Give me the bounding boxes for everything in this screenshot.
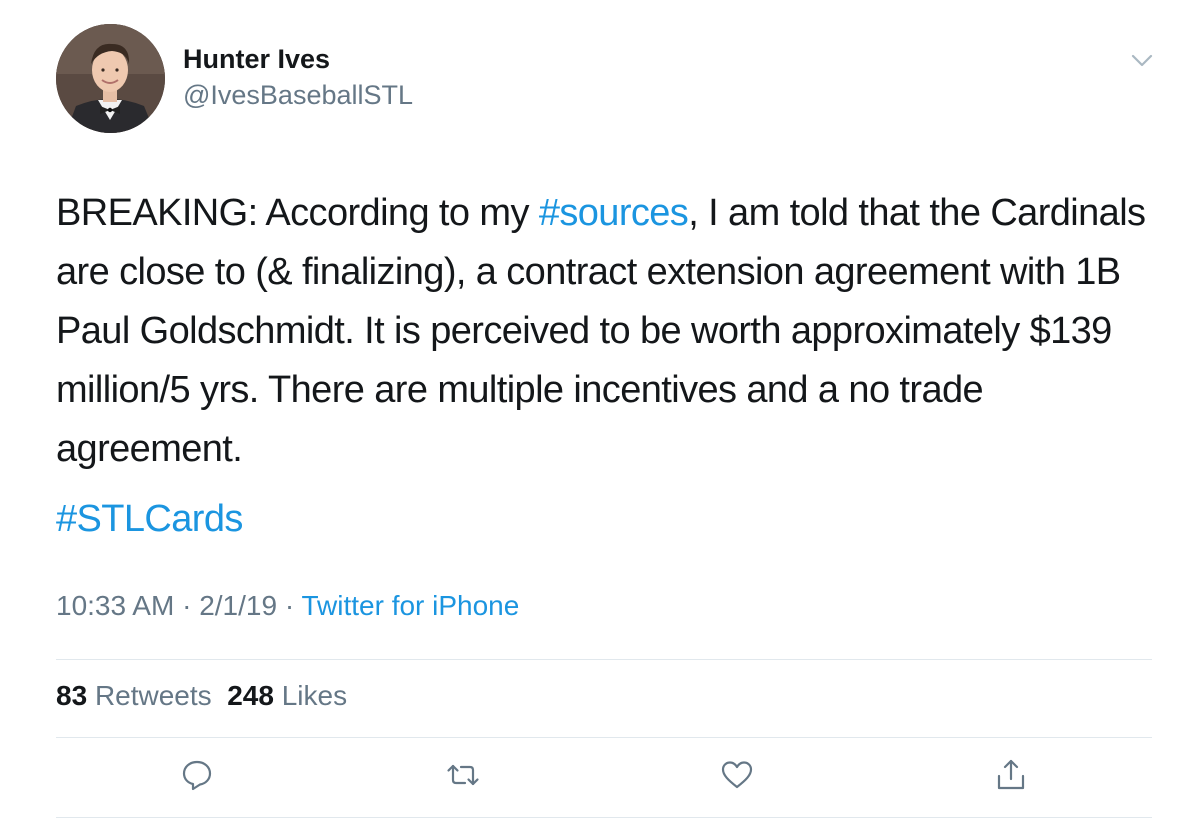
share-button[interactable]	[994, 758, 1028, 792]
reply-icon	[182, 760, 212, 791]
likes-stat[interactable]: 248 Likes	[227, 680, 347, 711]
author-display-name[interactable]: Hunter Ives	[183, 44, 330, 75]
tweet-date[interactable]: 2/1/19	[199, 590, 277, 621]
like-button[interactable]	[720, 758, 754, 792]
divider	[56, 737, 1152, 738]
reply-button[interactable]	[180, 758, 214, 792]
divider	[56, 659, 1152, 660]
retweet-icon	[447, 764, 479, 786]
tweet-source-link[interactable]: Twitter for iPhone	[301, 590, 519, 621]
chevron-down-icon[interactable]	[1130, 52, 1154, 70]
hashtag-link[interactable]: #sources	[539, 192, 689, 234]
hashtag-link-stlcards[interactable]: #STLCards	[56, 498, 243, 541]
heart-icon	[721, 761, 753, 789]
meta-separator: ·	[284, 590, 295, 621]
tweet-text-part: BREAKING: According to my	[56, 192, 539, 234]
likes-count: 248	[227, 680, 274, 711]
share-icon	[997, 759, 1025, 790]
divider	[56, 817, 1152, 818]
retweets-count: 83	[56, 680, 88, 711]
retweet-button[interactable]	[446, 758, 480, 792]
likes-label: Likes	[281, 680, 348, 711]
avatar[interactable]	[56, 24, 165, 133]
retweets-label: Retweets	[94, 680, 212, 711]
retweets-stat[interactable]: 83 Retweets	[56, 680, 212, 711]
meta-separator: ·	[182, 590, 192, 621]
tweet-time[interactable]: 10:33 AM	[56, 590, 174, 621]
tweet-meta: 10:33 AM · 2/1/19 · Twitter for iPhone	[56, 590, 519, 622]
tweet-text: BREAKING: According to my #sources, I am…	[56, 184, 1176, 479]
tweet-stats: 83 Retweets 248 Likes	[56, 680, 347, 712]
user-portrait-icon	[56, 24, 165, 133]
author-handle[interactable]: @IvesBaseballSTL	[183, 80, 413, 111]
